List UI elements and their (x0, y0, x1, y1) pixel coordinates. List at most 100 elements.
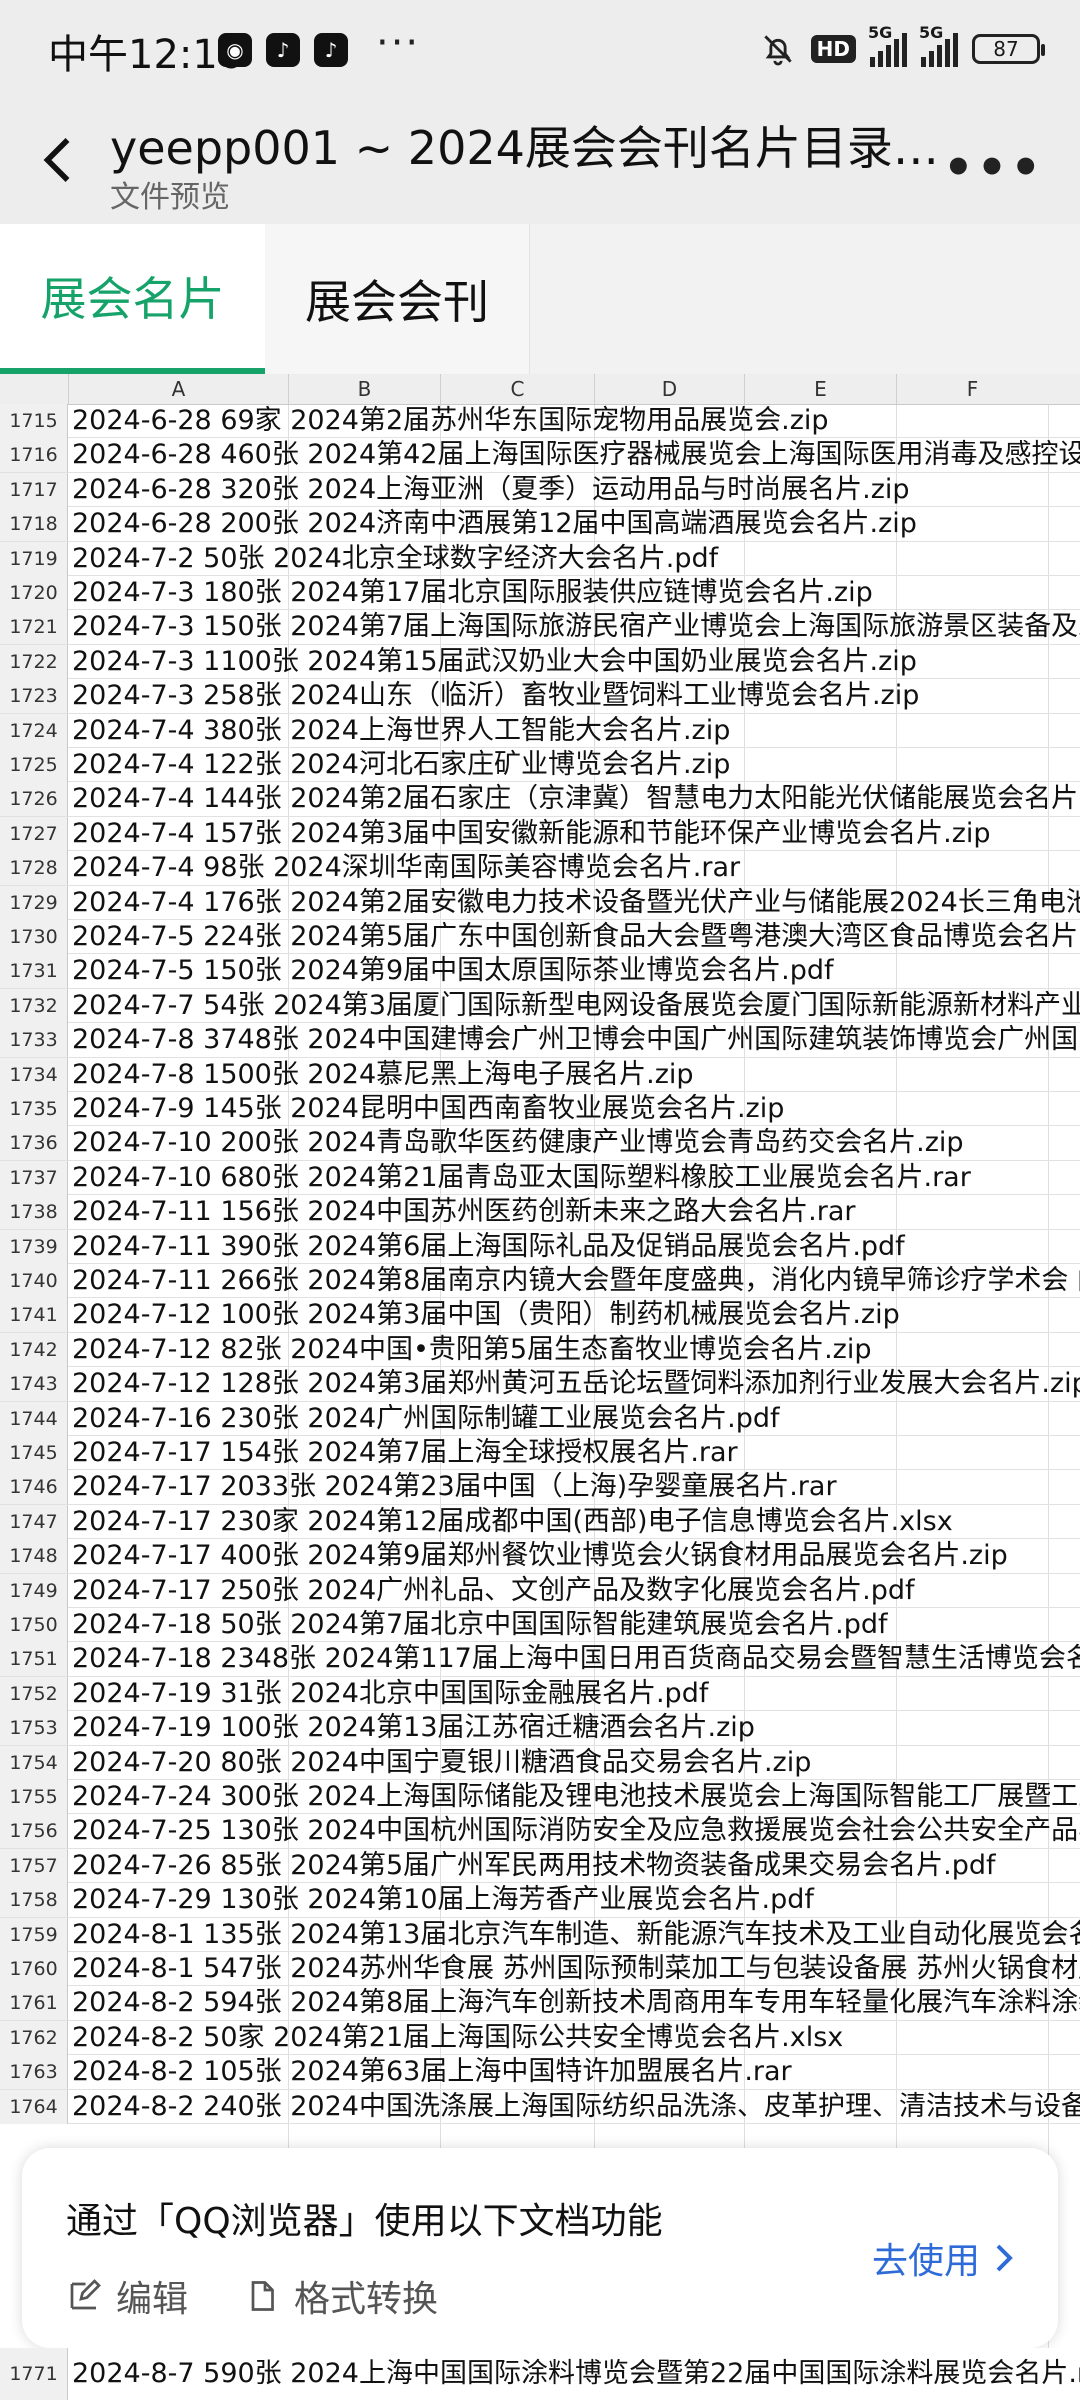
table-row[interactable]: 1755 2024-7-24 300张 2024上海国际储能及锂电池技术展览会上海… (0, 1780, 1080, 1815)
tab-exhibition-catalog[interactable]: 展会会刊 (265, 224, 530, 374)
table-row[interactable]: 1726 2024-7-4 144张 2024第2届石家庄（京津冀）智慧电力太阳能… (0, 782, 1080, 817)
table-row[interactable]: 1730 2024-7-5 224张 2024第5届广东中国创新食品大会暨粤港澳大… (0, 920, 1080, 955)
row-cell[interactable]: 2024-7-12 128张 2024第3届郑州黄河五岳论坛暨饲料添加剂行业发展… (72, 1367, 1080, 1401)
table-row[interactable]: 1734 2024-7-8 1500张 2024慕尼黑上海电子展名片.zip (0, 1057, 1080, 1092)
edit-button[interactable]: 编辑 (66, 2270, 188, 2322)
table-row[interactable]: 1749 2024-7-17 250张 2024广州礼品、文创产品及数字化展览会名… (0, 1573, 1080, 1608)
table-row[interactable]: 1748 2024-7-17 400张 2024第9届郑州餐饮业博览会火锅食材用品… (0, 1539, 1080, 1574)
row-cell[interactable]: 2024-6-28 200张 2024济南中酒展第12届中国高端酒展览会名片.z… (72, 507, 917, 541)
table-row[interactable]: 1717 2024-6-28 320张 2024上海亚洲（夏季）运动用品与时尚展名… (0, 472, 1080, 508)
column-header[interactable]: E (744, 374, 896, 404)
back-arrow-icon[interactable] (30, 130, 90, 190)
go-use-button[interactable]: 去使用 (872, 2232, 1016, 2284)
more-menu-icon[interactable]: ••• (943, 140, 1044, 196)
table-row[interactable]: 1735 2024-7-9 145张 2024昆明中国西南畜牧业展览会名片.zip (0, 1092, 1080, 1127)
table-row[interactable]: 1731 2024-7-5 150张 2024第9届中国太原国际茶业博览会名片.p… (0, 954, 1080, 989)
row-cell[interactable]: 2024-7-4 98张 2024深圳华南国际美容博览会名片.rar (72, 851, 740, 885)
column-header[interactable]: D (594, 374, 744, 404)
row-cell[interactable]: 2024-7-5 150张 2024第9届中国太原国际茶业博览会名片.pdf (72, 954, 834, 988)
row-cell[interactable]: 2024-7-10 680张 2024第21届青岛亚太国际塑料橡胶工业展览会名片… (72, 1161, 971, 1195)
row-cell[interactable]: 2024-7-25 130张 2024中国杭州国际消防安全及应急救援展览会社会公… (72, 1814, 1080, 1848)
row-cell[interactable]: 2024-7-7 54张 2024第3届厦门国际新型电网设备展览会厦门国际新能源… (72, 989, 1080, 1023)
table-row[interactable]: 1721 2024-7-3 150张 2024第7届上海国际旅游民宿产业博览会上海… (0, 610, 1080, 645)
row-cell[interactable]: 2024-7-20 80张 2024中国宁夏银川糖酒食品交易会名片.zip (72, 1746, 811, 1780)
table-row[interactable]: 1716 2024-6-28 460张 2024第42届上海国际医疗器械展览会上海… (0, 438, 1080, 473)
row-cell[interactable]: 2024-7-8 1500张 2024慕尼黑上海电子展名片.zip (72, 1058, 694, 1092)
row-cell[interactable]: 2024-7-3 258张 2024山东（临沂）畜牧业暨饲料工业博览会名片.zi… (72, 679, 919, 713)
row-cell[interactable]: 2024-7-3 180张 2024第17届北京国际服装供应链博览会名片.zip (72, 576, 873, 610)
row-cell[interactable]: 2024-7-12 100张 2024第3届中国（贵阳）制药机械展览会名片.zi… (72, 1298, 900, 1332)
table-row[interactable]: 1760 2024-8-1 547张 2024苏州华食展 苏州国际预制菜加工与包装… (0, 1952, 1080, 1987)
column-header[interactable]: B (288, 374, 440, 404)
row-cell[interactable]: 2024-7-3 1100张 2024第15届武汉奶业大会中国奶业展览会名片.z… (72, 645, 917, 679)
table-row[interactable]: 1742 2024-7-12 82张 2024中国•贵阳第5届生态畜牧业博览会名片… (0, 1332, 1080, 1368)
table-row[interactable]: 1764 2024-8-2 240张 2024中国洗涤展上海国际纺织品洗涤、皮革护… (0, 2089, 1080, 2124)
row-cell[interactable]: 2024-7-16 230张 2024广州国际制罐工业展览会名片.pdf (72, 1402, 780, 1436)
table-row[interactable]: 1746 2024-7-17 2033张 2024第23届中国（上海)孕婴童展名片… (0, 1470, 1080, 1505)
table-row[interactable]: 1718 2024-6-28 200张 2024济南中酒展第12届中国高端酒展览会… (0, 507, 1080, 542)
row-cell[interactable]: 2024-7-4 157张 2024第3届中国安徽新能源和节能环保产业博览会名片… (72, 817, 991, 851)
table-row[interactable]: 1728 2024-7-4 98张 2024深圳华南国际美容博览会名片.rar (0, 851, 1080, 886)
row-cell[interactable]: 2024-8-2 240张 2024中国洗涤展上海国际纺织品洗涤、皮革护理、清洁… (72, 2090, 1080, 2124)
spreadsheet[interactable]: A B C D E F 1715 2024-6-28 69家 2024第2届苏州华… (0, 374, 1080, 2400)
table-row[interactable]: 1722 2024-7-3 1100张 2024第15届武汉奶业大会中国奶业展览会… (0, 644, 1080, 680)
row-cell[interactable]: 2024-7-17 230家 2024第12届成都中国(西部)电子信息博览会名片… (72, 1505, 953, 1539)
table-row[interactable]: 1737 2024-7-10 680张 2024第21届青岛亚太国际塑料橡胶工业展… (0, 1160, 1080, 1196)
row-cell[interactable]: 2024-7-9 145张 2024昆明中国西南畜牧业展览会名片.zip (72, 1092, 784, 1126)
row-cell[interactable]: 2024-8-1 135张 2024第13届北京汽车制造、新能源汽车技术及工业自… (72, 1918, 1080, 1952)
table-row[interactable]: 1753 2024-7-19 100张 2024第13届江苏宿迁糖酒会名片.zip (0, 1711, 1080, 1746)
row-cell[interactable]: 2024-7-17 2033张 2024第23届中国（上海)孕婴童展名片.rar (72, 1470, 837, 1504)
row-cell[interactable]: 2024-6-28 320张 2024上海亚洲（夏季）运动用品与时尚展名片.zi… (72, 473, 910, 507)
table-row[interactable]: 1720 2024-7-3 180张 2024第17届北京国际服装供应链博览会名片… (0, 576, 1080, 611)
row-cell[interactable]: 2024-8-2 105张 2024第63届上海中国特许加盟展名片.rar (72, 2055, 792, 2089)
row-cell[interactable]: 2024-7-10 200张 2024青岛歌华医药健康产业博览会青岛药交会名片.… (72, 1126, 964, 1160)
row-cell[interactable]: 2024-6-28 460张 2024第42届上海国际医疗器械展览会上海国际医用… (72, 438, 1080, 472)
table-row[interactable]: 1736 2024-7-10 200张 2024青岛歌华医药健康产业博览会青岛药交… (0, 1126, 1080, 1161)
table-row[interactable]: 1744 2024-7-16 230张 2024广州国际制罐工业展览会名片.pdf (0, 1401, 1080, 1436)
row-cell[interactable]: 2024-8-2 594张 2024第8届上海汽车创新技术周商用车专用车轻量化展… (72, 1986, 1080, 2020)
row-cell[interactable]: 2024-7-12 82张 2024中国•贵阳第5届生态畜牧业博览会名片.zip (72, 1333, 871, 1367)
format-convert-button[interactable]: 格式转换 (244, 2270, 438, 2322)
row-cell[interactable]: 2024-7-19 31张 2024北京中国国际金融展名片.pdf (72, 1677, 708, 1711)
table-row[interactable]: 1761 2024-8-2 594张 2024第8届上海汽车创新技术周商用车专用车… (0, 1986, 1080, 2021)
table-row[interactable]: 1727 2024-7-4 157张 2024第3届中国安徽新能源和节能环保产业博… (0, 816, 1080, 852)
row-cell[interactable]: 2024-7-4 144张 2024第2届石家庄（京津冀）智慧电力太阳能光伏储能… (72, 782, 1080, 816)
row-cell[interactable]: 2024-7-18 2348张 2024第117届上海中国日用百货商品交易会暨智… (72, 1642, 1080, 1676)
row-cell[interactable]: 2024-7-5 224张 2024第5届广东中国创新食品大会暨粤港澳大湾区食品… (72, 920, 1080, 954)
table-row[interactable]: 1754 2024-7-20 80张 2024中国宁夏银川糖酒食品交易会名片.zi… (0, 1745, 1080, 1780)
row-cell[interactable]: 2024-7-4 122张 2024河北石家庄矿业博览会名片.zip (72, 748, 730, 782)
row-cell[interactable]: 2024-7-18 50张 2024第7届北京中国国际智能建筑展览会名片.pdf (72, 1608, 888, 1642)
table-row[interactable]: 1732 2024-7-7 54张 2024第3届厦门国际新型电网设备展览会厦门国… (0, 988, 1080, 1024)
table-row[interactable]: 1763 2024-8-2 105张 2024第63届上海中国特许加盟展名片.ra… (0, 2055, 1080, 2090)
row-cell[interactable]: 2024-7-19 100张 2024第13届江苏宿迁糖酒会名片.zip (72, 1711, 755, 1745)
table-row[interactable]: 1756 2024-7-25 130张 2024中国杭州国际消防安全及应急救援展览… (0, 1814, 1080, 1849)
column-header[interactable]: A (68, 374, 288, 404)
row-cell[interactable]: 2024-7-17 250张 2024广州礼品、文创产品及数字化展览会名片.pd… (72, 1574, 915, 1608)
row-cell[interactable]: 2024-7-29 130张 2024第10届上海芳香产业展览会名片.pdf (72, 1883, 814, 1917)
table-row[interactable]: 1747 2024-7-17 230家 2024第12届成都中国(西部)电子信息博… (0, 1504, 1080, 1540)
table-row[interactable]: 1723 2024-7-3 258张 2024山东（临沂）畜牧业暨饲料工业博览会名… (0, 679, 1080, 714)
table-row[interactable]: 1745 2024-7-17 154张 2024第7届上海全球授权展名片.rar (0, 1436, 1080, 1471)
row-cell[interactable]: 2024-7-17 400张 2024第9届郑州餐饮业博览会火锅食材用品展览会名… (72, 1539, 1008, 1573)
row-cell[interactable]: 2024-7-11 266张 2024第8届南京内镜大会暨年度盛典，消化内镜早筛… (72, 1264, 1080, 1298)
row-cell[interactable]: 2024-7-4 176张 2024第2届安徽电力技术设备暨光伏产业与储能展20… (72, 886, 1080, 920)
row-cell[interactable]: 2024-7-8 3748张 2024中国建博会广州卫博会中国广州国际建筑装饰博… (72, 1023, 1080, 1057)
table-row[interactable]: 1757 2024-7-26 85张 2024第5届广州军民两用技术物资装备成果交… (0, 1848, 1080, 1884)
row-cell[interactable]: 2024-7-17 154张 2024第7届上海全球授权展名片.rar (72, 1436, 738, 1470)
table-row[interactable]: 1733 2024-7-8 3748张 2024中国建博会广州卫博会中国广州国际建… (0, 1023, 1080, 1058)
table-row[interactable]: 1759 2024-8-1 135张 2024第13届北京汽车制造、新能源汽车技术… (0, 1917, 1080, 1952)
row-cell[interactable]: 2024-8-2 50家 2024第21届上海国际公共安全博览会名片.xlsx (72, 2021, 843, 2055)
row-cell[interactable]: 2024-8-1 547张 2024苏州华食展 苏州国际预制菜加工与包装设备展 … (72, 1952, 1080, 1986)
row-cell[interactable]: 2024-7-3 150张 2024第7届上海国际旅游民宿产业博览会上海国际旅游… (72, 610, 1080, 644)
row-cell[interactable]: 2024-6-28 69家 2024第2届苏州华东国际宠物用品展览会.zip (72, 404, 829, 438)
table-row[interactable]: 1724 2024-7-4 380张 2024上海世界人工智能大会名片.zip (0, 713, 1080, 748)
table-row[interactable]: 1750 2024-7-18 50张 2024第7届北京中国国际智能建筑展览会名片… (0, 1608, 1080, 1643)
row-cell[interactable]: 2024-7-11 390张 2024第6届上海国际礼品及促销品展览会名片.pd… (72, 1230, 905, 1264)
table-row[interactable]: 1752 2024-7-19 31张 2024北京中国国际金融展名片.pdf (0, 1676, 1080, 1712)
table-row[interactable]: 1740 2024-7-11 266张 2024第8届南京内镜大会暨年度盛典，消化… (0, 1264, 1080, 1299)
table-row[interactable]: 1751 2024-7-18 2348张 2024第117届上海中国日用百货商品交… (0, 1642, 1080, 1677)
column-header[interactable]: F (896, 374, 1048, 404)
row-cell[interactable]: 2024-8-7 590张 2024上海中国国际涂料博览会暨第22届中国国际涂料… (72, 2348, 1080, 2400)
table-row[interactable]: 1738 2024-7-11 156张 2024中国苏州医药创新未来之路大会名片.… (0, 1195, 1080, 1230)
table-row[interactable]: 1725 2024-7-4 122张 2024河北石家庄矿业博览会名片.zip (0, 748, 1080, 783)
